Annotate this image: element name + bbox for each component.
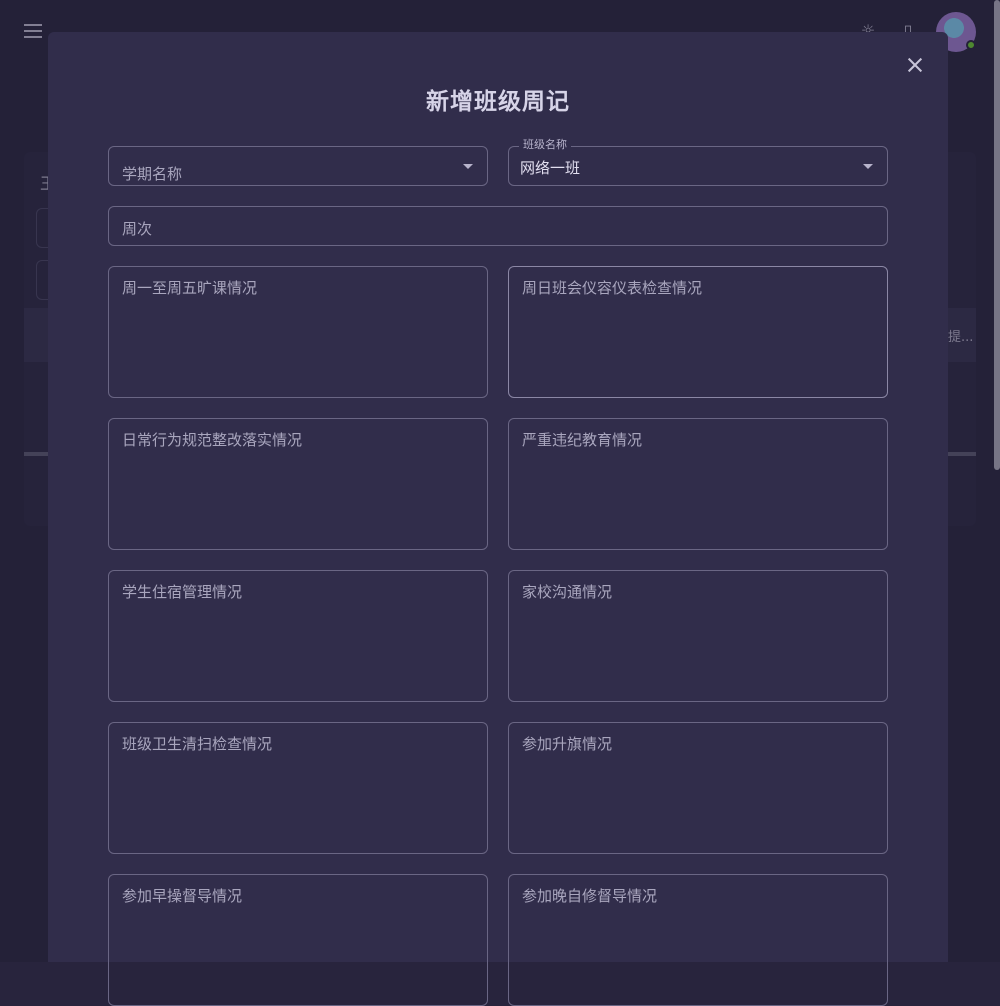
hygiene-check-textarea[interactable]: 班级卫生清扫检查情况 — [108, 722, 488, 854]
home-school-communication-textarea[interactable]: 家校沟通情况 — [508, 570, 888, 702]
absence-textarea[interactable]: 周一至周五旷课情况 — [108, 266, 488, 398]
class-name-select[interactable]: 班级名称 网络一班 — [508, 138, 888, 186]
chevron-down-icon — [463, 164, 473, 169]
morning-exercise-label: 参加早操督导情况 — [122, 887, 243, 905]
hygiene-check-label: 班级卫生清扫检查情况 — [122, 735, 273, 753]
term-name-select[interactable]: 学期名称 — [108, 146, 488, 186]
behavior-rectification-textarea[interactable]: 日常行为规范整改落实情况 — [108, 418, 488, 550]
flag-raising-textarea[interactable]: 参加升旗情况 — [508, 722, 888, 854]
absence-label: 周一至周五旷课情况 — [122, 279, 258, 297]
evening-study-label: 参加晚自修督导情况 — [522, 887, 658, 905]
class-name-value: 网络一班 — [520, 159, 581, 177]
appearance-check-textarea[interactable]: 周日班会仪容仪表检查情况 — [508, 266, 888, 398]
close-icon[interactable] — [902, 52, 928, 78]
class-name-label: 班级名称 — [519, 138, 571, 152]
dormitory-management-textarea[interactable]: 学生住宿管理情况 — [108, 570, 488, 702]
dormitory-management-label: 学生住宿管理情况 — [122, 583, 243, 601]
evening-study-textarea[interactable]: 参加晚自修督导情况 — [508, 874, 888, 1006]
week-input[interactable]: 周次 — [108, 206, 888, 246]
chevron-down-icon — [863, 164, 873, 169]
home-school-communication-label: 家校沟通情况 — [522, 583, 613, 601]
flag-raising-label: 参加升旗情况 — [522, 735, 613, 753]
add-class-weekly-log-dialog: 新增班级周记 学期名称 班级名称 网络一班 周次 周一至周五旷课情况 周日班会仪… — [48, 32, 948, 1006]
behavior-rectification-label: 日常行为规范整改落实情况 — [122, 431, 303, 449]
appearance-check-label: 周日班会仪容仪表检查情况 — [522, 279, 703, 297]
dialog-title: 新增班级周记 — [426, 89, 570, 115]
week-label: 周次 — [122, 220, 153, 238]
term-name-label: 学期名称 — [122, 165, 183, 183]
discipline-education-textarea[interactable]: 严重违纪教育情况 — [508, 418, 888, 550]
discipline-education-label: 严重违纪教育情况 — [522, 431, 643, 449]
morning-exercise-textarea[interactable]: 参加早操督导情况 — [108, 874, 488, 1006]
